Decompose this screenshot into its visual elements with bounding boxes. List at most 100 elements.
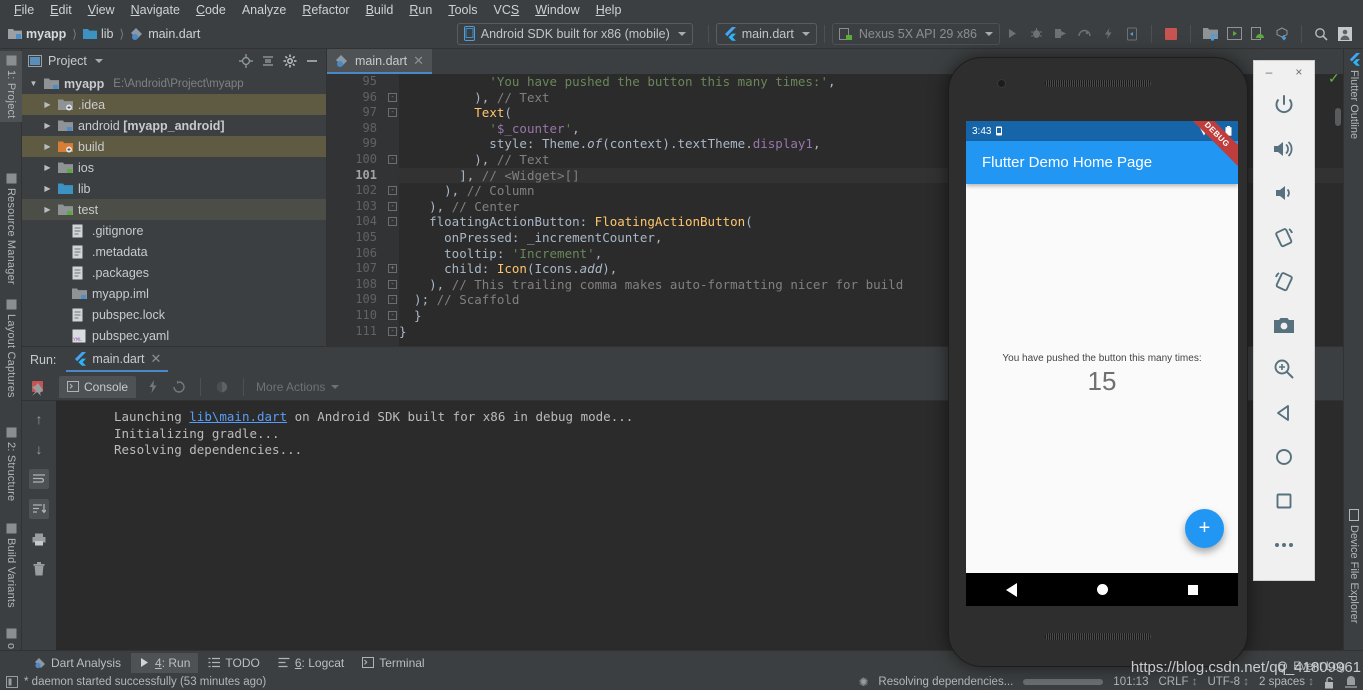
collapse-all-icon[interactable] [260,53,276,69]
tree-item-android-myapp_android[interactable]: ▶ android [myapp_android] [22,115,326,136]
tree-item-lib[interactable]: ▶ lib [22,178,326,199]
tool-window-button-dart-analysis[interactable]: Dart Analysis [26,653,129,673]
close-icon[interactable]: ✕ [151,351,162,367]
fold-collapse-icon[interactable]: - [388,108,397,118]
more-actions-button[interactable]: More Actions [256,380,340,394]
indent-setting[interactable]: 2 spaces ↕ [1259,676,1314,688]
scroll-up-icon[interactable]: ↑ [29,409,49,429]
run-profile-button[interactable] [1048,22,1072,46]
menu-item-refactor[interactable]: Refactor [294,2,357,18]
left-rail-item-layout-captures[interactable]: Layout Captures [0,295,22,402]
hot-reload-button[interactable] [1096,22,1120,46]
right-rail-item-device-file-explorer[interactable]: Device File Explorer [1344,509,1363,623]
nav-back-icon[interactable] [1006,582,1017,597]
menu-item-tools[interactable]: Tools [440,2,485,18]
trash-icon[interactable] [29,559,49,579]
tree-item-.idea[interactable]: ▶ .idea [22,94,326,115]
console-link[interactable]: lib\main.dart [189,409,287,424]
tree-item-.packages[interactable]: .packages [22,262,326,283]
inspector-icon[interactable] [213,378,231,396]
fold-collapse-icon[interactable]: - [388,326,397,336]
search-everywhere-button[interactable] [1309,22,1333,46]
menu-item-code[interactable]: Code [188,2,234,18]
chevron-right-icon[interactable]: ▶ [42,205,53,214]
breadcrumb-item-lib[interactable]: lib [81,27,116,41]
fold-collapse-icon[interactable]: - [388,217,397,227]
power-save-icon[interactable] [1345,675,1357,689]
close-icon[interactable]: × [1295,65,1302,79]
fold-collapse-icon[interactable]: - [388,155,397,164]
event-log-button[interactable]: Event Log [1277,661,1345,673]
locate-file-icon[interactable] [238,53,254,69]
back-icon[interactable] [1262,391,1306,435]
left-rail-item-1-project[interactable]: 1: Project [0,51,22,123]
tool-window-button-4-run[interactable]: 4: Run [131,652,199,673]
hot-restart-icon[interactable] [170,378,188,396]
device-selector[interactable]: Android SDK built for x86 (mobile) [456,22,693,45]
tree-item-myapp.iml[interactable]: myapp.iml [22,283,326,304]
file-encoding[interactable]: UTF-8 ↕ [1207,676,1249,688]
chevron-right-icon[interactable]: ▶ [42,121,53,130]
line-separator[interactable]: CRLF ↕ [1158,676,1197,688]
editor-tab-main-dart[interactable]: main.dart ✕ [327,49,433,74]
chevron-right-icon[interactable]: ▶ [42,184,53,193]
chevron-right-icon[interactable]: ▶ [42,163,53,172]
chevron-down-icon[interactable] [94,59,103,63]
debug-button[interactable] [1024,22,1048,46]
device-screen[interactable]: 3:43 Flutter Demo Home Page DEBUG You ha… [966,121,1238,606]
home-icon[interactable] [1262,435,1306,479]
run-android-button[interactable] [1246,22,1270,46]
tree-item-build[interactable]: ▶ build [22,136,326,157]
fold-collapse-icon[interactable]: - [388,201,397,211]
menu-item-navigate[interactable]: Navigate [123,2,188,18]
stop-button[interactable] [1159,22,1183,46]
tool-window-button-todo[interactable]: TODO [200,653,267,673]
fold-collapse-icon[interactable]: - [388,186,397,196]
run-config-selector[interactable]: main.dart [715,22,817,45]
avd-selector[interactable]: Nexus 5X API 29 x86 [831,22,1000,45]
settings-gear-icon[interactable] [282,53,298,69]
zoom-icon[interactable] [1262,347,1306,391]
print-icon[interactable] [29,529,49,549]
nav-home-icon[interactable] [1097,584,1108,595]
gradle-sync-button[interactable] [1270,22,1294,46]
chevron-right-icon[interactable]: ▶ [42,100,53,109]
editor-scrollbar[interactable] [1335,108,1341,126]
chevron-right-icon[interactable]: ▶ [42,142,53,151]
tree-item-myapp[interactable]: ▼ myapp E:\Android\Project\myapp [22,73,326,94]
menu-item-vcs[interactable]: VCS [486,2,528,18]
soft-wrap-icon[interactable] [29,469,49,489]
volume-down-icon[interactable] [1262,171,1306,215]
left-rail-item-build-variants[interactable]: Build Variants [0,519,22,612]
tool-window-button-6-logcat[interactable]: 6: Logcat [270,653,352,673]
avd-manager-button[interactable] [1222,22,1246,46]
menu-item-view[interactable]: View [80,2,123,18]
menu-item-edit[interactable]: Edit [42,2,80,18]
hot-reload-icon[interactable] [144,378,162,396]
tool-window-button-terminal[interactable]: Terminal [354,653,432,673]
lock-icon[interactable] [1324,676,1335,689]
project-tree[interactable]: ▼ myapp E:\Android\Project\myapp ▶ .idea ▶ and… [22,73,326,346]
hot-restart-button[interactable] [1120,22,1144,46]
right-rail-item-flutter-outline[interactable]: Flutter Outline [1344,53,1363,139]
rotate-left-icon[interactable] [1262,215,1306,259]
caret-position[interactable]: 101:13 [1113,676,1148,688]
fold-collapse-icon[interactable]: - [388,295,397,305]
tree-item-.metadata[interactable]: .metadata [22,241,326,262]
camera-icon[interactable] [1262,303,1306,347]
run-button[interactable] [1000,22,1024,46]
breadcrumb-item-project[interactable]: myapp [6,27,68,41]
fold-collapse-icon[interactable]: - [388,311,397,320]
volume-up-icon[interactable] [1262,127,1306,171]
scroll-down-icon[interactable]: ↓ [29,439,49,459]
menu-item-build[interactable]: Build [358,2,402,18]
sdk-manager-button[interactable] [1198,22,1222,46]
power-icon[interactable] [1262,83,1306,127]
scroll-to-end-icon[interactable] [29,499,49,519]
pin-icon[interactable] [30,383,43,396]
rotate-right-icon[interactable] [1262,259,1306,303]
nav-overview-icon[interactable] [1188,584,1198,595]
console-tab[interactable]: Console [59,375,137,398]
profiler-button[interactable] [1072,22,1096,46]
left-rail-item-2-structure[interactable]: 2: Structure [0,423,22,505]
